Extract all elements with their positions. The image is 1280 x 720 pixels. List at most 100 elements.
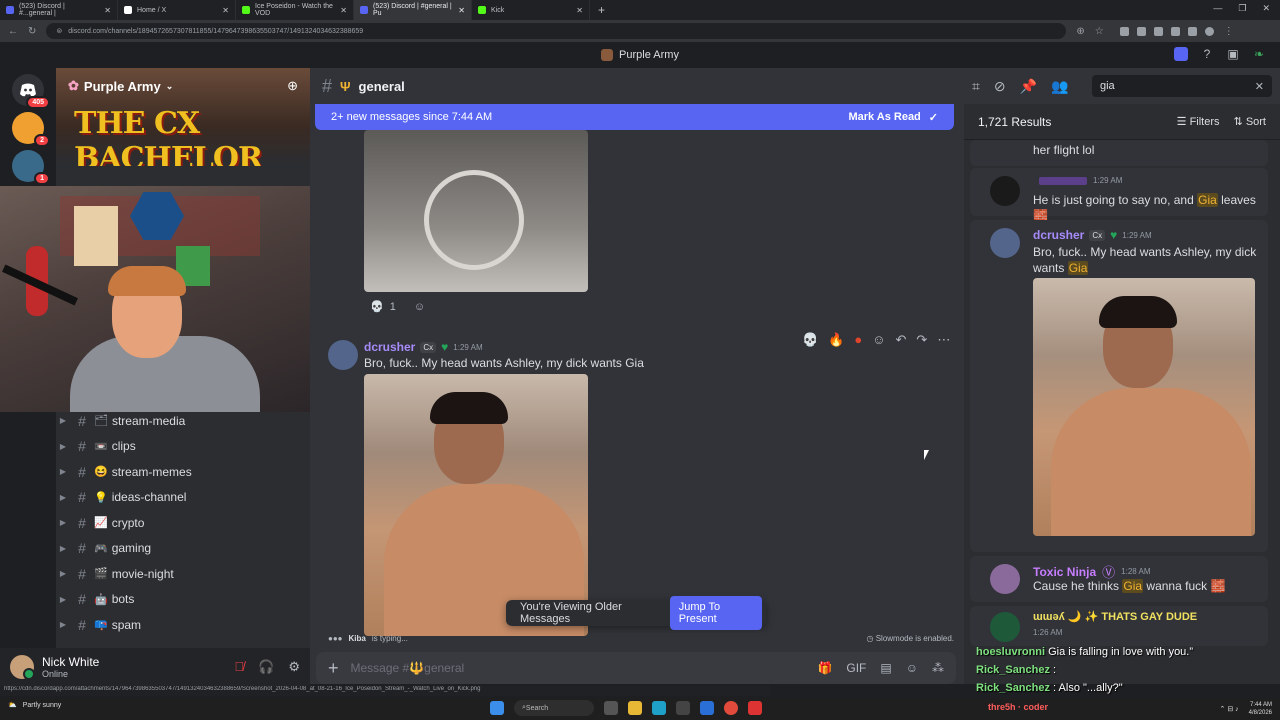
- add-reaction-icon[interactable]: ☺: [414, 301, 425, 313]
- clear-search-icon[interactable]: ✕: [1255, 80, 1264, 93]
- mail-icon[interactable]: [700, 701, 714, 715]
- invite-people-icon[interactable]: ⊕: [287, 78, 298, 94]
- settings-gear-icon[interactable]: ⚙: [288, 659, 300, 675]
- leaf-icon[interactable]: ❧: [1252, 47, 1266, 61]
- result-image[interactable]: [1033, 278, 1255, 536]
- avatar[interactable]: [328, 340, 358, 370]
- new-messages-bar[interactable]: 2+ new messages since 7:44 AM Mark As Re…: [315, 104, 954, 130]
- channel-item[interactable]: ▶ # 📈 crypto: [56, 510, 310, 536]
- extension-icon[interactable]: [1136, 26, 1146, 36]
- message-composer[interactable]: + Message #🔱general 🎁 GIF ▤ ☺ ⁂: [316, 652, 956, 684]
- weather-widget[interactable]: ⛅ Partly sunny: [8, 701, 61, 710]
- channel-item[interactable]: ▶ # 🎮 gaming: [56, 536, 310, 562]
- banner-art: THE CX BACHELOR: [74, 106, 263, 166]
- browser-tab[interactable]: Home / X ✕: [118, 0, 236, 20]
- close-tab-icon[interactable]: ✕: [576, 6, 583, 15]
- gif-icon[interactable]: GIF: [846, 661, 866, 675]
- server-icon[interactable]: 1: [12, 150, 50, 185]
- app-icon[interactable]: [1174, 47, 1188, 61]
- search-input[interactable]: gia ✕: [1092, 75, 1272, 97]
- red-reaction-icon[interactable]: ●: [854, 332, 862, 348]
- extension-icon[interactable]: [1170, 26, 1180, 36]
- members-icon[interactable]: 👥: [1051, 78, 1068, 95]
- close-tab-icon[interactable]: ✕: [340, 6, 347, 15]
- mark-as-read-button[interactable]: Mark As Read ✓: [848, 111, 938, 124]
- jump-to-present-button[interactable]: Jump To Present: [669, 596, 762, 630]
- user-info[interactable]: Nick White Online: [42, 655, 99, 679]
- search-result[interactable]: her flight lol: [970, 140, 1268, 166]
- sticker-icon[interactable]: ▤: [880, 661, 891, 675]
- app-icon[interactable]: [748, 701, 762, 715]
- message-image[interactable]: [364, 374, 588, 636]
- close-window-icon[interactable]: ✕: [1262, 3, 1270, 14]
- browser-tab[interactable]: Ice Poseidon - Watch the VOD ✕: [236, 0, 354, 20]
- browser-tab[interactable]: Kick ✕: [472, 0, 590, 20]
- gift-icon[interactable]: 🎁: [817, 661, 832, 675]
- profile-icon[interactable]: [1204, 26, 1214, 36]
- search-result[interactable]: dcrusher Cx ♥ 1:29 AM Bro, fuck.. My hea…: [970, 220, 1268, 552]
- discord-home-icon[interactable]: 405: [12, 74, 50, 109]
- store-icon[interactable]: [676, 701, 690, 715]
- more-options-icon[interactable]: ⋯: [937, 332, 950, 348]
- reaction-skull[interactable]: 💀 1: [364, 298, 402, 315]
- bookmark-star-icon[interactable]: ☆: [1095, 26, 1104, 37]
- back-icon[interactable]: ←: [8, 26, 18, 37]
- forward-icon[interactable]: ↷: [916, 332, 927, 348]
- site-info-icon[interactable]: ⊜: [56, 27, 62, 35]
- channel-item[interactable]: ▶ # 😆 stream-memes: [56, 459, 310, 485]
- pin-icon[interactable]: 📌: [1020, 78, 1037, 95]
- reload-icon[interactable]: ↻: [28, 26, 36, 37]
- channel-item[interactable]: ▶ # 📪 spam: [56, 612, 310, 638]
- channel-item[interactable]: ▶ # 🤖 bots: [56, 587, 310, 613]
- extension-icon[interactable]: [1153, 26, 1163, 36]
- new-tab-icon[interactable]: +: [590, 3, 613, 17]
- filters-button[interactable]: ☰ Filters: [1177, 115, 1220, 128]
- browser-menu-icon[interactable]: ⋮: [1224, 26, 1234, 37]
- taskbar-search[interactable]: ⌕ Search: [514, 700, 594, 716]
- close-tab-icon[interactable]: ✕: [458, 6, 465, 15]
- emoji-icon[interactable]: ☺: [906, 661, 918, 675]
- message-gif[interactable]: [364, 130, 588, 292]
- message-author[interactable]: dcrusher: [364, 340, 415, 354]
- channel-item[interactable]: ▶ # 💡 ideas-channel: [56, 485, 310, 511]
- browser-tab[interactable]: (523) Discord | #...general | ✕: [0, 0, 118, 20]
- channel-item[interactable]: ▶ # 🎬 movie-night: [56, 561, 310, 587]
- server-icon[interactable]: 2: [12, 112, 50, 147]
- extension-icon[interactable]: [1187, 26, 1197, 36]
- fire-reaction-icon[interactable]: 🔥: [828, 332, 844, 348]
- sort-button[interactable]: ⇅ Sort: [1234, 115, 1266, 128]
- edge-icon[interactable]: [652, 701, 666, 715]
- apps-icon[interactable]: ⁂: [932, 661, 944, 675]
- tray-icons[interactable]: ⌃ ⊟ ♪: [1220, 705, 1239, 713]
- close-tab-icon[interactable]: ✕: [222, 6, 229, 15]
- upload-plus-icon[interactable]: +: [328, 658, 339, 679]
- task-view-icon[interactable]: [604, 701, 618, 715]
- threads-icon[interactable]: ⌗: [972, 78, 980, 95]
- server-name-dropdown[interactable]: ✿ Purple Army ⌄: [68, 78, 173, 94]
- inbox-icon[interactable]: ▣: [1226, 47, 1240, 61]
- browser-tab-active[interactable]: (523) Discord | #general | Pu ✕: [354, 0, 472, 20]
- avatar[interactable]: [10, 655, 35, 680]
- search-result[interactable]: 1:29 AM He is just going to say no, and …: [970, 168, 1268, 223]
- chrome-icon[interactable]: [724, 701, 738, 715]
- extension-icon[interactable]: [1119, 26, 1129, 36]
- search-result[interactable]: ɯɯǝʎ 🌙 ✨ THATS GAY DUDE 1:26 AM: [970, 606, 1268, 646]
- headphones-icon[interactable]: 🎧: [258, 659, 274, 675]
- minimize-icon[interactable]: —: [1213, 3, 1222, 14]
- reply-icon[interactable]: ↶: [896, 332, 907, 348]
- file-explorer-icon[interactable]: [628, 701, 642, 715]
- message-input[interactable]: Message #🔱general: [351, 661, 465, 675]
- mute-icon[interactable]: ⊘: [994, 78, 1006, 95]
- close-tab-icon[interactable]: ✕: [104, 6, 111, 15]
- add-reaction-icon[interactable]: ☺: [872, 332, 885, 348]
- skull-reaction-icon[interactable]: 💀: [802, 332, 818, 348]
- channel-item[interactable]: ▶ # 📼 clips: [56, 434, 310, 460]
- zoom-icon[interactable]: ⊕: [1076, 26, 1084, 37]
- clock[interactable]: 7:44 AM 4/8/2026: [1249, 701, 1272, 717]
- url-field[interactable]: ⊜ discord.com/channels/189457265730781185…: [46, 23, 1067, 39]
- maximize-icon[interactable]: ❐: [1238, 3, 1246, 14]
- help-icon[interactable]: ?: [1200, 47, 1214, 61]
- search-result[interactable]: Toxic Ninja Ⓥ 1:28 AM Cause he thinks Gi…: [970, 556, 1268, 602]
- mic-muted-icon[interactable]: 🎙̸: [234, 659, 244, 675]
- start-icon[interactable]: [490, 701, 504, 715]
